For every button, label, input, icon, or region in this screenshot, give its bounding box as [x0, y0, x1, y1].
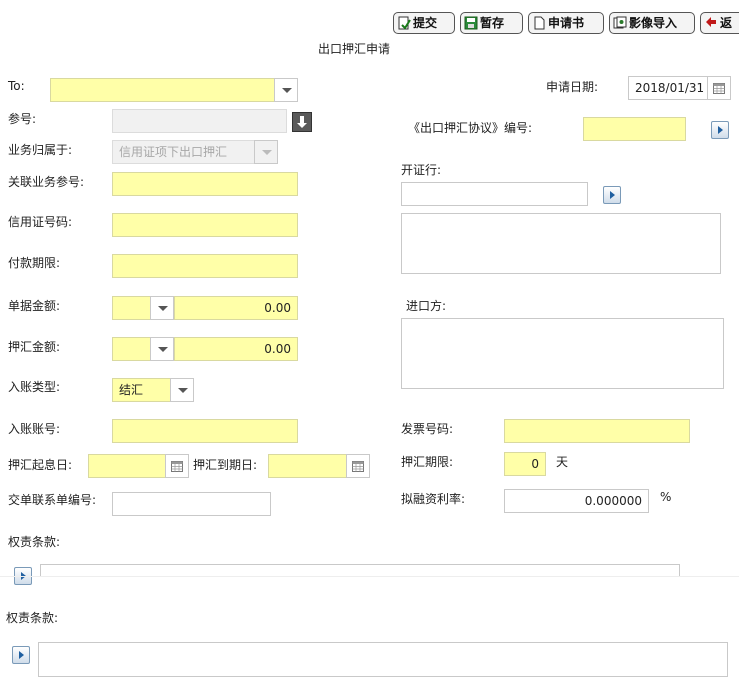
to-select[interactable] [50, 78, 275, 102]
start-date-calendar-button[interactable] [165, 454, 189, 478]
back-arrows-icon [706, 17, 716, 27]
doc-currency-dropdown-button[interactable] [150, 296, 174, 320]
issuing-bank-detail-textarea[interactable] [401, 213, 721, 274]
apply-date-label: 申请日期: [546, 80, 599, 94]
apply-date-calendar-button[interactable] [707, 76, 731, 100]
submit-label: 提交 [413, 16, 438, 30]
start-date-label: 押汇起息日: [8, 458, 73, 472]
ref-fetch-button[interactable] [292, 112, 312, 132]
nego-amount-label: 押汇金额: [8, 340, 61, 354]
entry-type-dropdown-button[interactable] [170, 378, 194, 402]
ref-label: 参号: [8, 112, 37, 126]
apply-date-input[interactable]: 2018/01/31 [628, 76, 708, 100]
calendar-icon [713, 83, 725, 94]
application-label: 申请书 [548, 16, 585, 30]
image-import-icon [613, 16, 627, 29]
calendar-icon [171, 461, 183, 472]
agreement-no-label: 《出口押汇协议》编号: [408, 121, 533, 135]
invoice-no-label: 发票号码: [401, 422, 454, 436]
business-dropdown-button [254, 140, 278, 164]
business-label: 业务归属于: [8, 143, 73, 157]
nego-currency-select[interactable] [112, 337, 151, 361]
nego-period-label: 押汇期限: [401, 455, 454, 469]
doc-amount-input[interactable]: 0.00 [174, 296, 298, 320]
save-label: 暂存 [480, 16, 505, 30]
rate-input[interactable]: 0.000000 [504, 489, 649, 513]
contact-no-input[interactable] [112, 492, 271, 516]
terms-textarea-2[interactable] [38, 642, 728, 677]
invoice-no-input[interactable] [504, 419, 690, 443]
to-dropdown-button[interactable] [274, 78, 298, 102]
business-select: 信用证项下出口押汇 [112, 140, 255, 164]
nego-currency-dropdown-button[interactable] [150, 337, 174, 361]
terms-label-2: 权责条款: [6, 611, 59, 625]
payment-term-label: 付款期限: [8, 256, 61, 270]
ref-input [112, 109, 287, 133]
rate-label: 拟融资利率: [401, 492, 466, 506]
entry-account-input[interactable] [112, 419, 298, 443]
nego-amount-input[interactable]: 0.00 [174, 337, 298, 361]
page-title: 出口押汇申请 [318, 42, 391, 56]
entry-type-select[interactable]: 结汇 [112, 378, 171, 402]
image-import-label: 影像导入 [629, 16, 678, 30]
application-button[interactable]: 申请书 [528, 12, 604, 34]
importer-textarea[interactable] [401, 318, 724, 389]
due-date-calendar-button[interactable] [346, 454, 370, 478]
related-ref-input[interactable] [112, 172, 298, 196]
terms-expand-button-2[interactable] [12, 646, 30, 664]
agreement-lookup-button[interactable] [711, 121, 729, 139]
back-label: 返 [720, 16, 733, 30]
issuing-bank-input[interactable] [401, 182, 588, 206]
save-button[interactable]: 暂存 [460, 12, 523, 34]
nego-period-input[interactable]: 0 [504, 452, 546, 476]
section-divider [0, 576, 739, 577]
issuing-bank-label: 开证行: [401, 163, 442, 177]
contact-no-label: 交单联系单编号: [8, 493, 97, 507]
nego-period-unit: 天 [556, 455, 569, 469]
calendar-icon [352, 461, 364, 472]
agreement-no-input[interactable] [583, 117, 686, 141]
image-import-button[interactable]: 影像导入 [609, 12, 695, 34]
rate-unit: % [660, 490, 672, 504]
document-icon [534, 16, 545, 30]
lc-no-input[interactable] [112, 213, 298, 237]
doc-amount-label: 单据金额: [8, 299, 61, 313]
submit-button[interactable]: 提交 [393, 12, 455, 34]
save-disk-icon [464, 16, 478, 30]
terms-label: 权责条款: [8, 535, 61, 549]
lc-no-label: 信用证号码: [8, 215, 73, 229]
terms-textarea[interactable] [40, 564, 680, 576]
importer-label: 进口方: [406, 299, 447, 313]
entry-account-label: 入账账号: [8, 422, 61, 436]
to-label: To: [8, 79, 25, 93]
doc-currency-select[interactable] [112, 296, 151, 320]
due-date-label: 押汇到期日: [193, 458, 258, 472]
issuing-bank-lookup-button[interactable] [603, 186, 621, 204]
back-button[interactable]: 返 [700, 12, 739, 34]
payment-term-input[interactable] [112, 254, 298, 278]
due-date-input[interactable] [268, 454, 347, 478]
related-ref-label: 关联业务参号: [8, 175, 85, 189]
entry-type-label: 入账类型: [8, 380, 61, 394]
submit-doc-icon [398, 16, 411, 30]
start-date-input[interactable] [88, 454, 166, 478]
